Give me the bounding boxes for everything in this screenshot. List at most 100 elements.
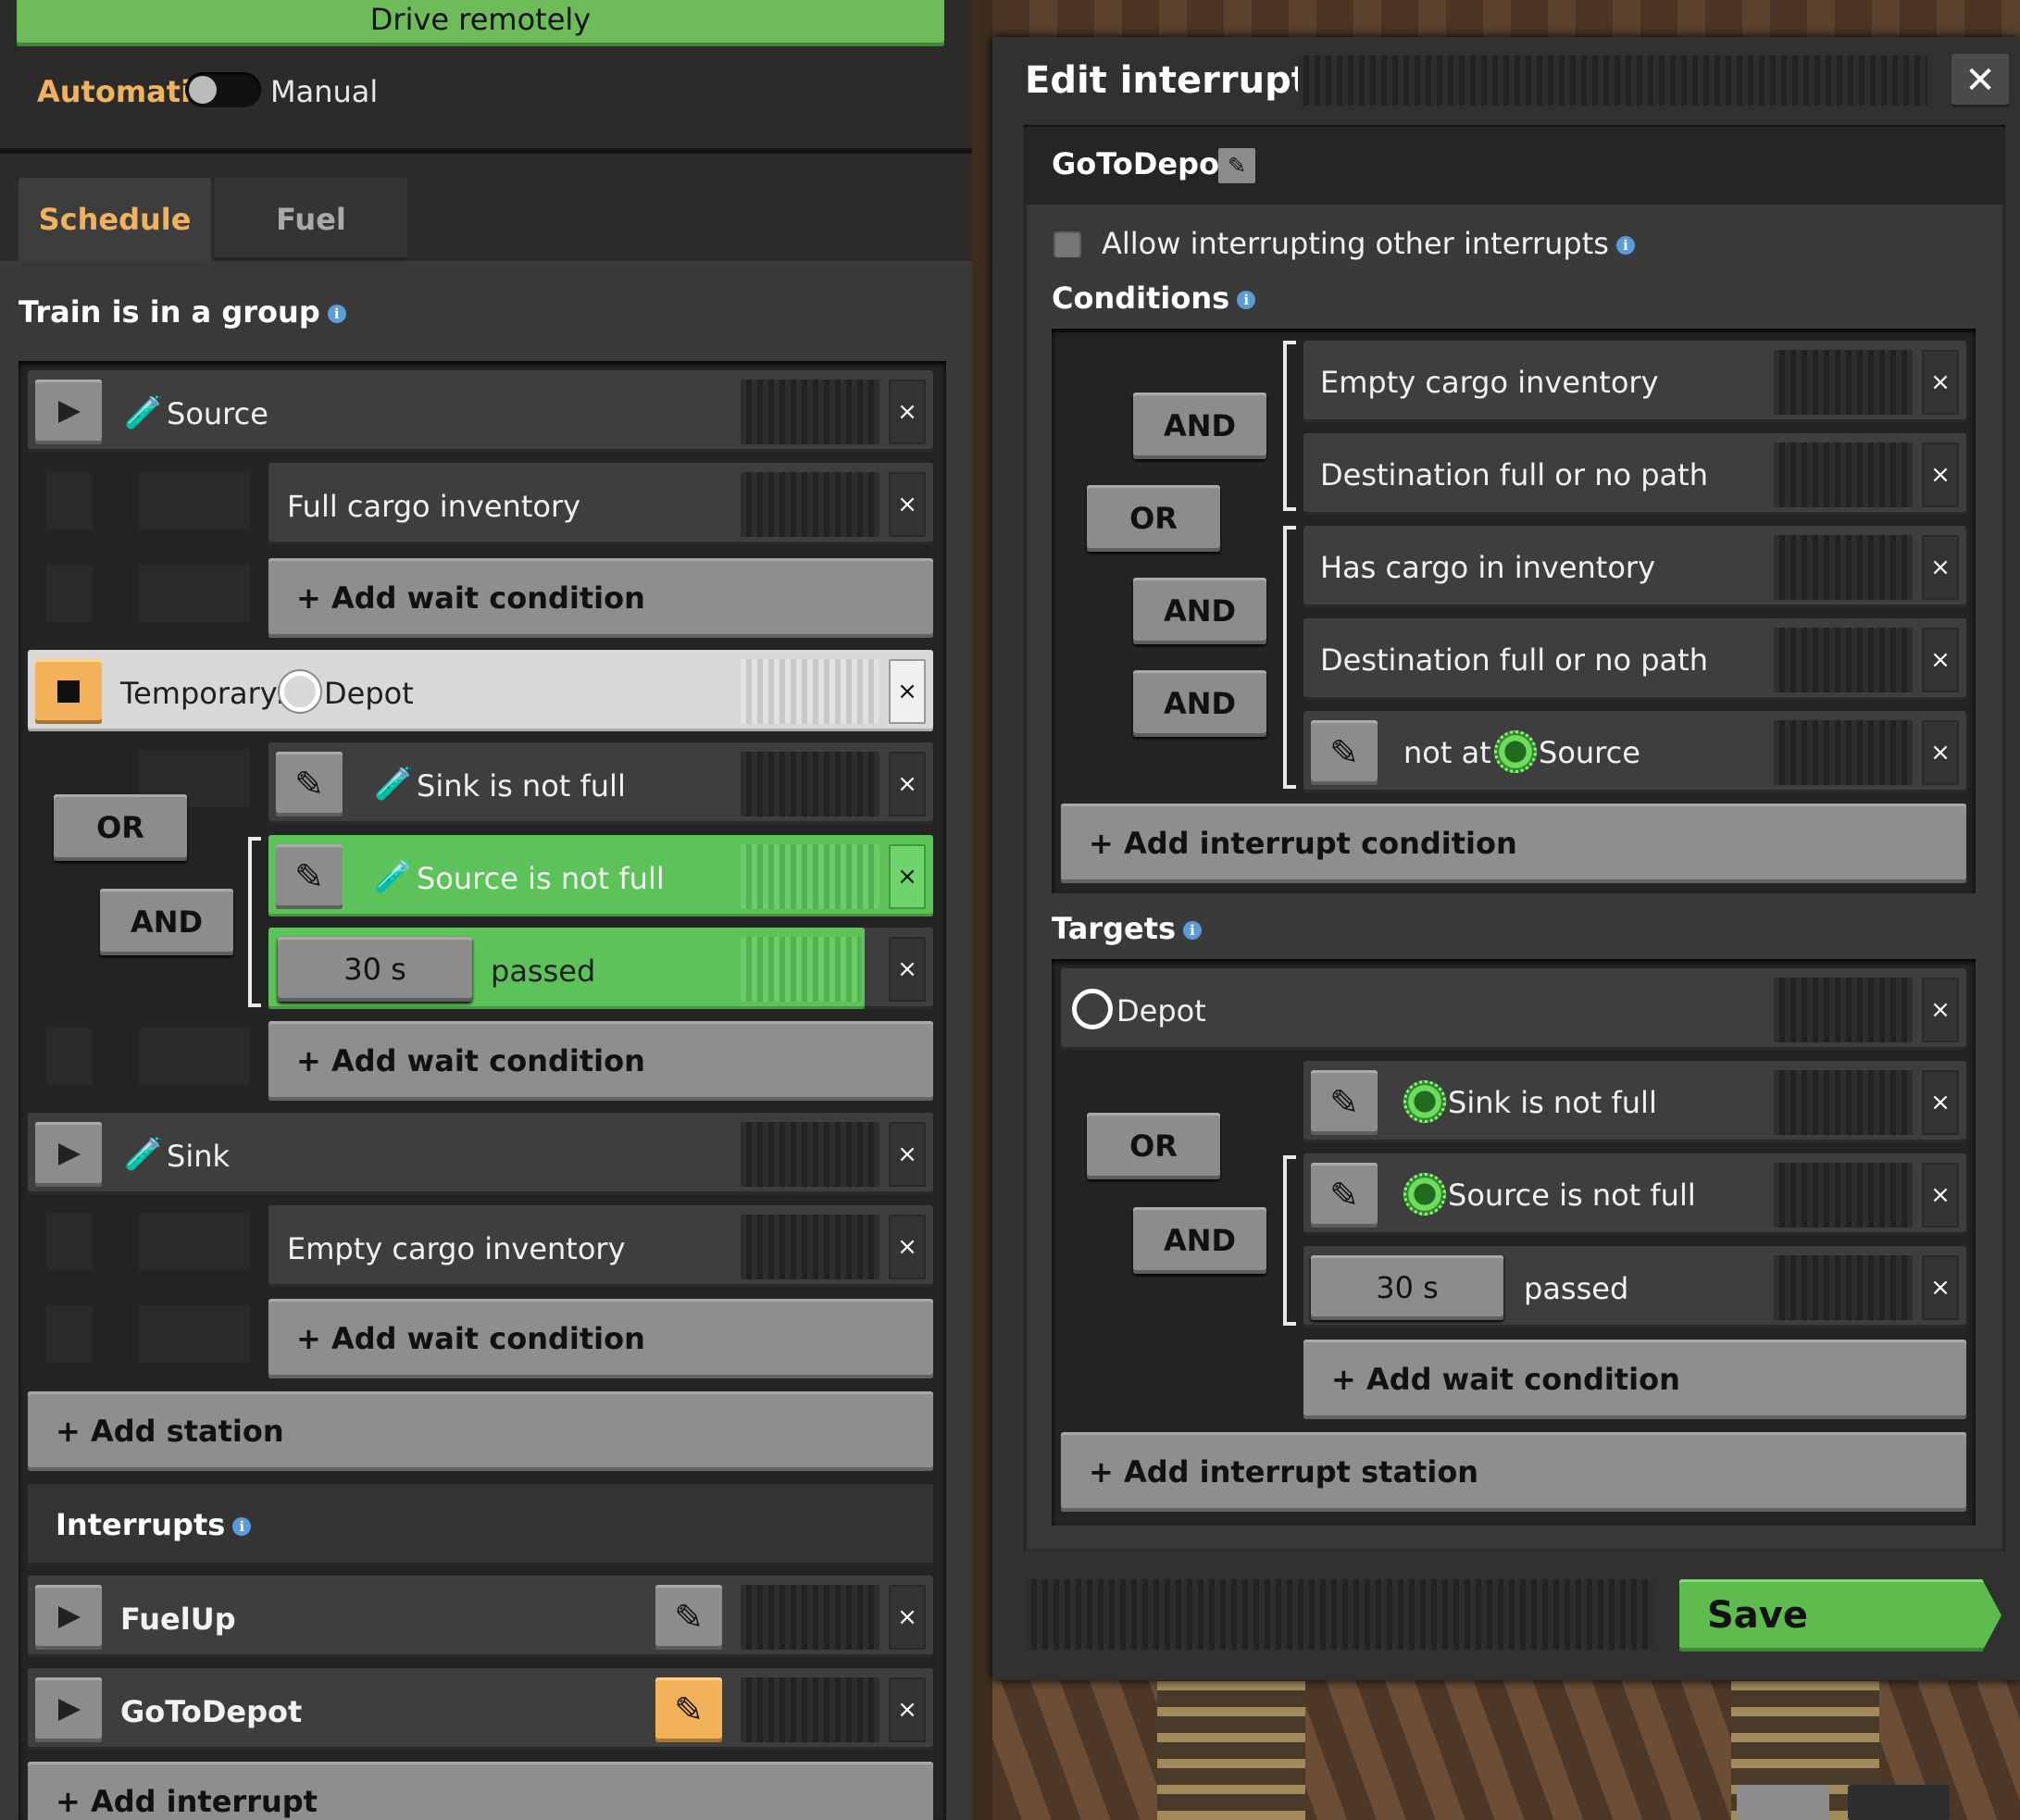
add-interrupt-condition-button[interactable]: + Add interrupt condition	[1061, 804, 1966, 883]
play-button[interactable]	[35, 1585, 102, 1650]
tab-fuel[interactable]: Fuel	[215, 178, 407, 261]
play-button[interactable]	[35, 380, 102, 444]
condition-label: Empty cargo inventory	[1320, 365, 1659, 400]
drive-remotely-button[interactable]: Drive remotely	[17, 0, 944, 46]
drag-handle[interactable]	[741, 1585, 879, 1650]
remove-button[interactable]: ×	[889, 937, 926, 1002]
remove-button[interactable]: ×	[889, 472, 926, 537]
and-button[interactable]: AND	[1133, 1207, 1266, 1274]
station-name: Source	[167, 396, 268, 431]
remove-button[interactable]: ×	[889, 752, 926, 817]
wait-condition-label: Empty cargo inventory	[287, 1231, 626, 1266]
flask-icon: 🧪	[374, 766, 414, 803]
and-button[interactable]: AND	[1133, 393, 1266, 459]
remove-button[interactable]: ×	[1922, 978, 1959, 1042]
drag-handle[interactable]	[741, 380, 879, 444]
remove-button[interactable]: ×	[1922, 1255, 1959, 1320]
quickbar-slot[interactable]	[1737, 1785, 1829, 1820]
remove-button[interactable]: ×	[1922, 350, 1959, 415]
pencil-button[interactable]: ✎	[1311, 1070, 1378, 1135]
grid-cell	[46, 565, 93, 622]
mode-toggle[interactable]	[185, 72, 261, 107]
remove-button[interactable]: ×	[889, 380, 926, 444]
info-icon: i	[1183, 921, 1203, 940]
remove-button[interactable]: ×	[1922, 720, 1959, 785]
temporary-label: Temporary:	[120, 676, 286, 711]
remove-button[interactable]: ×	[889, 1122, 926, 1187]
drag-handle[interactable]	[741, 1122, 879, 1187]
drag-handle[interactable]	[741, 937, 861, 1002]
drag-handle[interactable]	[1774, 1163, 1913, 1228]
remove-button[interactable]: ×	[1922, 535, 1959, 600]
and-bracket	[1283, 1155, 1296, 1326]
add-wait-condition-button[interactable]: + Add wait condition	[268, 1021, 933, 1101]
add-wait-condition-button[interactable]: + Add wait condition	[268, 1299, 933, 1378]
add-station-button[interactable]: + Add station	[28, 1391, 933, 1471]
drag-handle[interactable]	[1774, 720, 1913, 785]
add-wait-condition-button[interactable]: + Add wait condition	[268, 558, 933, 638]
close-button[interactable]: ✕	[1951, 54, 2009, 107]
drag-handle[interactable]	[741, 659, 879, 724]
station-name: Sink	[167, 1139, 231, 1174]
save-interrupt-button[interactable]: Save interrupt	[1679, 1579, 2001, 1652]
or-button[interactable]: OR	[1087, 485, 1220, 552]
add-interrupt-station-button[interactable]: + Add interrupt station	[1061, 1432, 1966, 1512]
remove-button[interactable]: ×	[889, 1585, 926, 1650]
stop-icon	[57, 680, 80, 703]
pencil-button[interactable]: ✎	[276, 844, 343, 909]
dialog-title: Edit interrupt	[1025, 59, 1309, 102]
drag-handle[interactable]	[1774, 628, 1913, 692]
drag-handle[interactable]	[1774, 443, 1913, 507]
drag-handle[interactable]	[741, 1215, 879, 1279]
drag-handle[interactable]	[741, 844, 879, 909]
dialog-drag-bar[interactable]	[1298, 56, 1927, 106]
time-input[interactable]: 30 s	[1311, 1255, 1503, 1320]
play-button[interactable]	[35, 1122, 102, 1187]
drag-handle[interactable]	[741, 472, 879, 537]
pencil-button[interactable]: ✎	[276, 752, 343, 817]
remove-button[interactable]: ×	[1922, 1163, 1959, 1228]
and-button[interactable]: AND	[1133, 578, 1266, 644]
remove-button[interactable]: ×	[889, 1677, 926, 1742]
drag-handle[interactable]	[741, 1677, 879, 1742]
targets-label: Targets i	[1052, 911, 1203, 946]
drag-handle[interactable]	[1774, 1255, 1913, 1320]
grid-cell	[139, 1028, 250, 1085]
tab-schedule[interactable]: Schedule	[19, 178, 211, 261]
pencil-button[interactable]: ✎	[655, 1585, 722, 1650]
grid-cell	[139, 1213, 250, 1270]
pencil-button-active[interactable]: ✎	[655, 1677, 722, 1742]
remove-button[interactable]: ×	[1922, 628, 1959, 692]
info-icon: i	[327, 305, 346, 323]
drag-handle[interactable]	[1774, 350, 1913, 415]
or-button[interactable]: OR	[1087, 1113, 1220, 1179]
grid-cell	[139, 565, 250, 622]
time-input[interactable]: 30 s	[278, 937, 472, 1002]
remove-button[interactable]: ×	[1922, 1070, 1959, 1135]
wait-condition-label: Source is not full	[1448, 1178, 1696, 1213]
remove-button[interactable]: ×	[889, 1215, 926, 1279]
drag-handle[interactable]	[1774, 1070, 1913, 1135]
drag-handle[interactable]	[741, 752, 879, 817]
add-wait-condition-button[interactable]: + Add wait condition	[1303, 1340, 1966, 1419]
drag-handle[interactable]	[1774, 535, 1913, 600]
remove-button[interactable]: ×	[889, 844, 926, 909]
quickbar-slot[interactable]	[1848, 1785, 1950, 1820]
rail-track-left	[1157, 1680, 1305, 1820]
or-button[interactable]: OR	[54, 794, 187, 861]
and-button[interactable]: AND	[1133, 670, 1266, 737]
game-world-top	[992, 0, 2020, 37]
drag-handle[interactable]	[1774, 978, 1913, 1042]
pencil-button[interactable]: ✎	[1311, 720, 1378, 785]
remove-button[interactable]: ×	[889, 659, 926, 724]
add-interrupt-button[interactable]: + Add interrupt	[28, 1762, 933, 1820]
signal-icon	[1494, 730, 1537, 773]
remove-button[interactable]: ×	[1922, 443, 1959, 507]
rename-button[interactable]: ✎	[1218, 148, 1255, 183]
pencil-button[interactable]: ✎	[1311, 1163, 1378, 1228]
allow-interrupting-checkbox[interactable]	[1054, 230, 1081, 257]
and-button[interactable]: AND	[100, 889, 233, 955]
footer-drag-bar[interactable]	[1026, 1579, 1653, 1650]
play-button[interactable]	[35, 1677, 102, 1742]
stop-button[interactable]	[35, 659, 102, 724]
